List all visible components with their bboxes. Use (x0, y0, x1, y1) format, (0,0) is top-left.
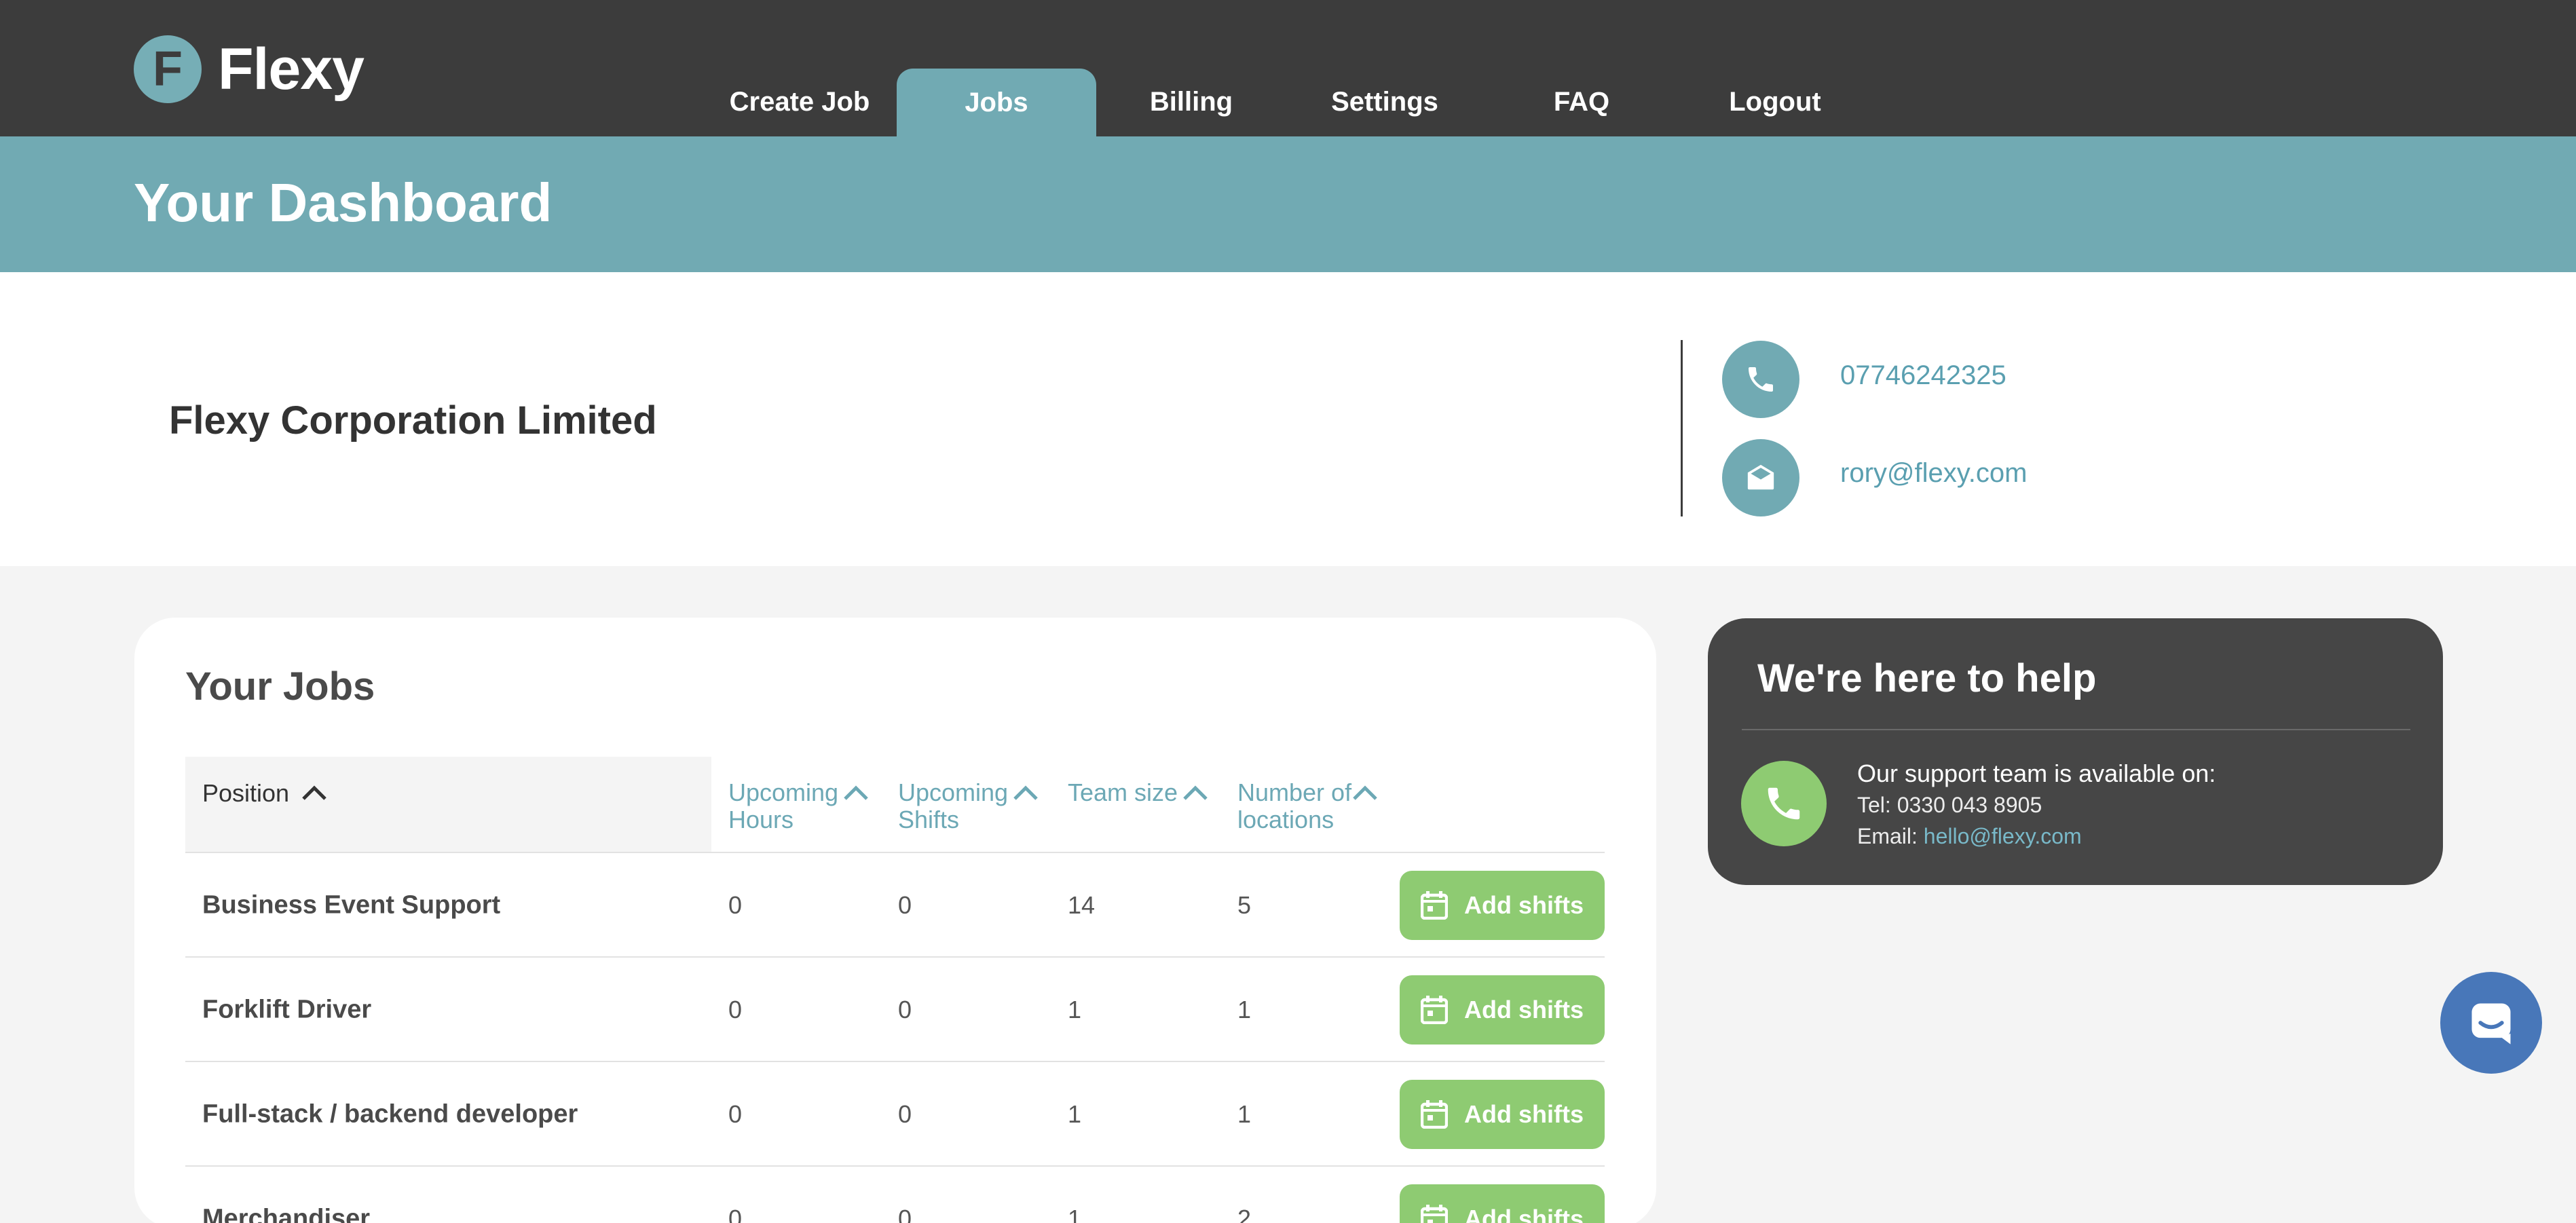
support-phone-text: Tel: 0330 043 8905 (1857, 793, 2042, 817)
support-availability-text: Our support team is available on: (1857, 759, 2216, 787)
jobs-table-header: Position Upcoming Hours Upcoming Shifts Te… (185, 757, 1605, 853)
support-email-line: Email: hello@flexy.com (1857, 824, 2082, 849)
column-position-label: Position (202, 779, 290, 807)
calendar-icon (1421, 891, 1448, 920)
jobs-card: Your Jobs Position Upcoming Hours Upcomin… (134, 618, 1656, 1223)
job-position[interactable]: Forklift Driver (202, 995, 371, 1024)
add-shifts-label: Add shifts (1464, 1100, 1584, 1128)
column-locations-line1: Number of (1237, 778, 1352, 806)
phone-icon (1722, 341, 1799, 418)
phone-icon (1741, 761, 1827, 846)
table-row: Forklift Driver 0 0 1 1 Add shifts (185, 958, 1605, 1062)
flexy-logo[interactable]: F Flexy (134, 35, 365, 103)
column-locations-label: Number of locations (1237, 779, 1351, 833)
job-upcoming-shifts: 0 (898, 1099, 912, 1128)
job-upcoming-hours: 0 (728, 1204, 743, 1223)
logo-badge: F (134, 35, 202, 103)
column-upcoming-hours-label: Upcoming Hours (728, 779, 838, 833)
add-shifts-button[interactable]: Add shifts (1400, 1080, 1605, 1149)
job-team-size: 1 (1068, 1099, 1082, 1128)
job-team-size: 14 (1068, 890, 1096, 919)
chevron-up-icon (302, 785, 326, 800)
nav-logout[interactable]: Logout (1704, 68, 1846, 136)
support-divider (1742, 729, 2410, 730)
company-info-panel: Flexy Corporation Limited 07746242325 ro… (0, 272, 2576, 566)
top-navigation-bar: F Flexy Create Job Jobs Billing Settings… (0, 0, 2576, 136)
add-shifts-button[interactable]: Add shifts (1400, 975, 1605, 1045)
company-name: Flexy Corporation Limited (169, 398, 657, 443)
support-email-link[interactable]: hello@flexy.com (1924, 824, 2082, 848)
jobs-title: Your Jobs (185, 664, 375, 709)
add-shifts-label: Add shifts (1464, 1205, 1584, 1223)
column-locations-line2: locations (1237, 806, 1334, 833)
table-row: Business Event Support 0 0 14 5 Add shif… (185, 854, 1605, 958)
chevron-up-icon (1353, 785, 1377, 800)
add-shifts-button[interactable]: Add shifts (1400, 871, 1605, 940)
chat-launcher-button[interactable] (2440, 972, 2542, 1074)
nav-faq[interactable]: FAQ (1510, 68, 1653, 136)
column-upcoming-shifts-line2: Shifts (898, 806, 960, 833)
job-locations: 1 (1237, 995, 1252, 1023)
add-shifts-label: Add shifts (1464, 891, 1584, 919)
nav-jobs[interactable]: Jobs (897, 69, 1096, 136)
job-upcoming-hours: 0 (728, 1099, 743, 1128)
calendar-icon (1421, 1205, 1448, 1223)
support-card: We're here to help Our support team is a… (1708, 618, 2443, 885)
column-upcoming-hours-line2: Hours (728, 806, 794, 833)
job-upcoming-shifts: 0 (898, 1204, 912, 1223)
table-row: Merchandiser 0 0 1 2 Add shifts (185, 1167, 1605, 1223)
page-title: Your Dashboard (134, 172, 553, 233)
nav-create-job[interactable]: Create Job (720, 68, 880, 136)
table-row: Full-stack / backend developer 0 0 1 1 A… (185, 1063, 1605, 1167)
support-email-prefix: Email: (1857, 824, 1924, 848)
company-email-link[interactable]: rory@flexy.com (1840, 458, 2027, 489)
job-upcoming-shifts: 0 (898, 995, 912, 1023)
chevron-up-icon (844, 785, 868, 800)
job-upcoming-hours: 0 (728, 890, 743, 919)
job-locations: 5 (1237, 890, 1252, 919)
chevron-up-icon (1183, 785, 1208, 800)
column-header-position[interactable]: Position (185, 757, 711, 852)
job-position[interactable]: Merchandiser (202, 1204, 370, 1223)
column-upcoming-shifts-label: Upcoming Shifts (898, 779, 1008, 833)
divider (1681, 340, 1683, 516)
job-position[interactable]: Business Event Support (202, 890, 500, 920)
job-locations: 1 (1237, 1099, 1252, 1128)
nav-settings[interactable]: Settings (1313, 68, 1456, 136)
job-locations: 2 (1237, 1204, 1252, 1223)
chat-icon (2471, 1003, 2511, 1045)
support-title: We're here to help (1757, 656, 2097, 700)
logo-wordmark: Flexy (218, 36, 365, 102)
dashboard-header: Your Dashboard (0, 136, 2576, 272)
column-upcoming-shifts-line1: Upcoming (898, 778, 1009, 806)
company-phone-link[interactable]: 07746242325 (1840, 360, 2006, 391)
envelope-open-icon (1722, 439, 1799, 516)
calendar-icon (1421, 996, 1448, 1024)
calendar-icon (1421, 1100, 1448, 1129)
chevron-up-icon (1013, 785, 1038, 800)
nav-billing[interactable]: Billing (1120, 68, 1263, 136)
add-shifts-button[interactable]: Add shifts (1400, 1184, 1605, 1223)
job-team-size: 1 (1068, 995, 1082, 1023)
add-shifts-label: Add shifts (1464, 996, 1584, 1023)
column-team-size-label: Team size (1068, 778, 1178, 806)
column-upcoming-hours-line1: Upcoming (728, 778, 839, 806)
job-upcoming-hours: 0 (728, 995, 743, 1023)
job-position[interactable]: Full-stack / backend developer (202, 1099, 578, 1129)
job-team-size: 1 (1068, 1204, 1082, 1223)
job-upcoming-shifts: 0 (898, 890, 912, 919)
logo-letter: F (153, 42, 183, 96)
